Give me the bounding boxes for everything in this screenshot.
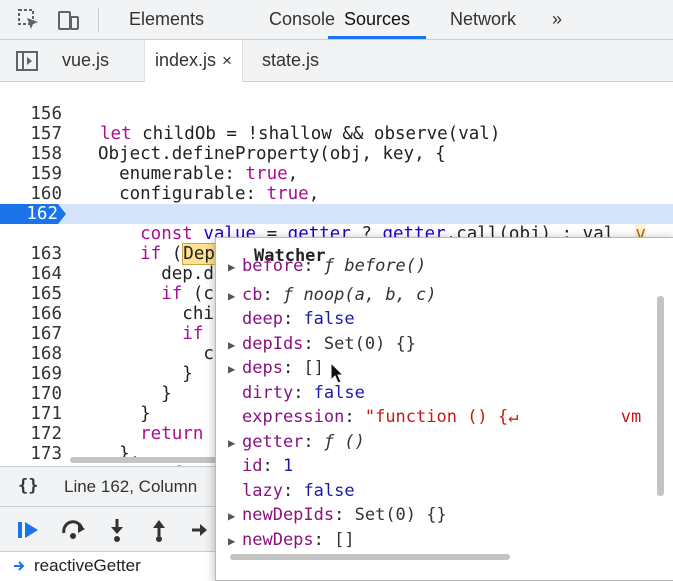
property-key: deep — [242, 309, 283, 329]
property-row: id: 1 — [242, 456, 294, 476]
device-toolbar-icon[interactable] — [56, 7, 82, 33]
property-value: false — [303, 309, 355, 329]
property-row: lazy: false — [242, 480, 355, 501]
resume-icon[interactable] — [16, 519, 42, 541]
expand-arrow-icon[interactable]: ▶ — [228, 357, 242, 381]
code-line: 156 let childOb = !shallow && observe(va… — [0, 84, 673, 144]
property-value: "function () {↵ vm — [364, 407, 642, 427]
editor-horizontal-scrollbar[interactable] — [70, 457, 220, 463]
property-key: cb — [242, 284, 263, 305]
file-tab-label: index.js — [155, 50, 217, 70]
property-value: [] — [334, 529, 355, 550]
toggle-navigator-icon[interactable] — [15, 50, 39, 72]
tab-sources[interactable]: Sources — [328, 0, 427, 39]
property-key: newDepIds — [242, 505, 335, 525]
pretty-print-button[interactable]: {} — [18, 476, 38, 496]
expand-arrow-icon[interactable]: ▶ — [228, 284, 242, 308]
popover-vertical-scrollbar[interactable] — [657, 296, 664, 496]
mouse-cursor-icon — [330, 362, 345, 384]
tab-elements[interactable]: Elements — [113, 0, 220, 39]
property-key: before — [242, 256, 304, 276]
property-row[interactable]: ▶ getter: ƒ () — [228, 430, 365, 454]
step-over-icon[interactable] — [60, 519, 88, 541]
file-tab-index-js[interactable]: index.js × — [144, 40, 243, 82]
property-key: expression — [242, 407, 345, 427]
code-line: 158 enumerable: true, — [0, 124, 673, 184]
code-line: 157 Object.defineProperty(obj, key, { — [0, 104, 673, 164]
call-frame-name: reactiveGetter — [34, 556, 141, 575]
property-row[interactable]: ▶ before: ƒ before() — [228, 254, 426, 278]
cursor-position: Line 162, Column — [64, 477, 198, 496]
property-row[interactable]: ▶ newDepIds: Set(0) {} — [228, 503, 447, 527]
file-tab-vue-js[interactable]: vue.js — [62, 40, 109, 81]
property-key: dirty — [242, 382, 294, 403]
more-tabs-button[interactable]: » — [536, 0, 578, 39]
code-line: 160 get: function reactiveGetter () { — [0, 164, 673, 224]
property-row[interactable]: ▶ cb: ƒ noop(a, b, c) — [228, 283, 437, 307]
property-row: deep: false — [242, 309, 355, 329]
property-value: ƒ () — [323, 431, 365, 452]
current-execution-line: 162 if (Dep.target) { — [0, 204, 673, 265]
step-into-icon[interactable] — [106, 517, 128, 543]
step-icon[interactable] — [190, 519, 212, 541]
popover-horizontal-scrollbar[interactable] — [230, 554, 510, 560]
tab-network[interactable]: Network — [434, 0, 532, 39]
property-value: false — [303, 480, 355, 501]
close-icon[interactable]: × — [222, 51, 232, 70]
property-row[interactable]: ▶ depIds: Set(0) {} — [228, 332, 416, 356]
step-out-icon[interactable] — [148, 517, 170, 543]
property-key: newDeps — [242, 529, 314, 550]
file-tabs-bar: vue.js index.js × state.js — [0, 40, 673, 82]
property-row[interactable]: ▶ deps: [] — [228, 356, 324, 380]
property-row: expression: "function () {↵ vm — [242, 407, 642, 427]
object-preview-popover[interactable]: Watcher ▶ before: ƒ before() ▶ cb: ƒ noop(a… — [215, 237, 673, 581]
code-line: 161 const value = getter ? getter.call(o… — [0, 184, 673, 244]
breakpoint-marker[interactable]: 162 — [0, 204, 66, 224]
expand-arrow-icon[interactable]: ▶ — [228, 504, 242, 528]
file-tab-state-js[interactable]: state.js — [262, 40, 319, 81]
property-value: ƒ before() — [323, 256, 427, 276]
property-value: 1 — [282, 456, 294, 476]
devtools-toolbar: Elements Console Sources Network » — [0, 0, 673, 40]
property-key: deps — [242, 358, 283, 378]
expand-arrow-icon[interactable]: ▶ — [228, 333, 242, 357]
property-value: [] — [303, 358, 324, 378]
property-key: id — [242, 456, 263, 476]
property-value: Set(0) {} — [323, 333, 417, 354]
property-key: depIds — [242, 333, 304, 354]
inspect-element-icon[interactable] — [16, 7, 42, 33]
toolbar-divider — [98, 8, 99, 32]
property-value: ƒ noop(a, b, c) — [282, 284, 437, 305]
property-row[interactable]: ▶ newDeps: [] — [228, 528, 355, 552]
current-frame-arrow-icon — [14, 561, 25, 571]
expand-arrow-icon[interactable]: ▶ — [228, 529, 242, 553]
property-key: lazy — [242, 480, 283, 501]
property-value: Set(0) {} — [354, 505, 447, 525]
expand-arrow-icon[interactable]: ▶ — [228, 255, 242, 279]
code-line: 159 configurable: true, — [0, 144, 673, 204]
expand-arrow-icon[interactable]: ▶ — [228, 431, 242, 455]
property-key: getter — [242, 431, 304, 452]
